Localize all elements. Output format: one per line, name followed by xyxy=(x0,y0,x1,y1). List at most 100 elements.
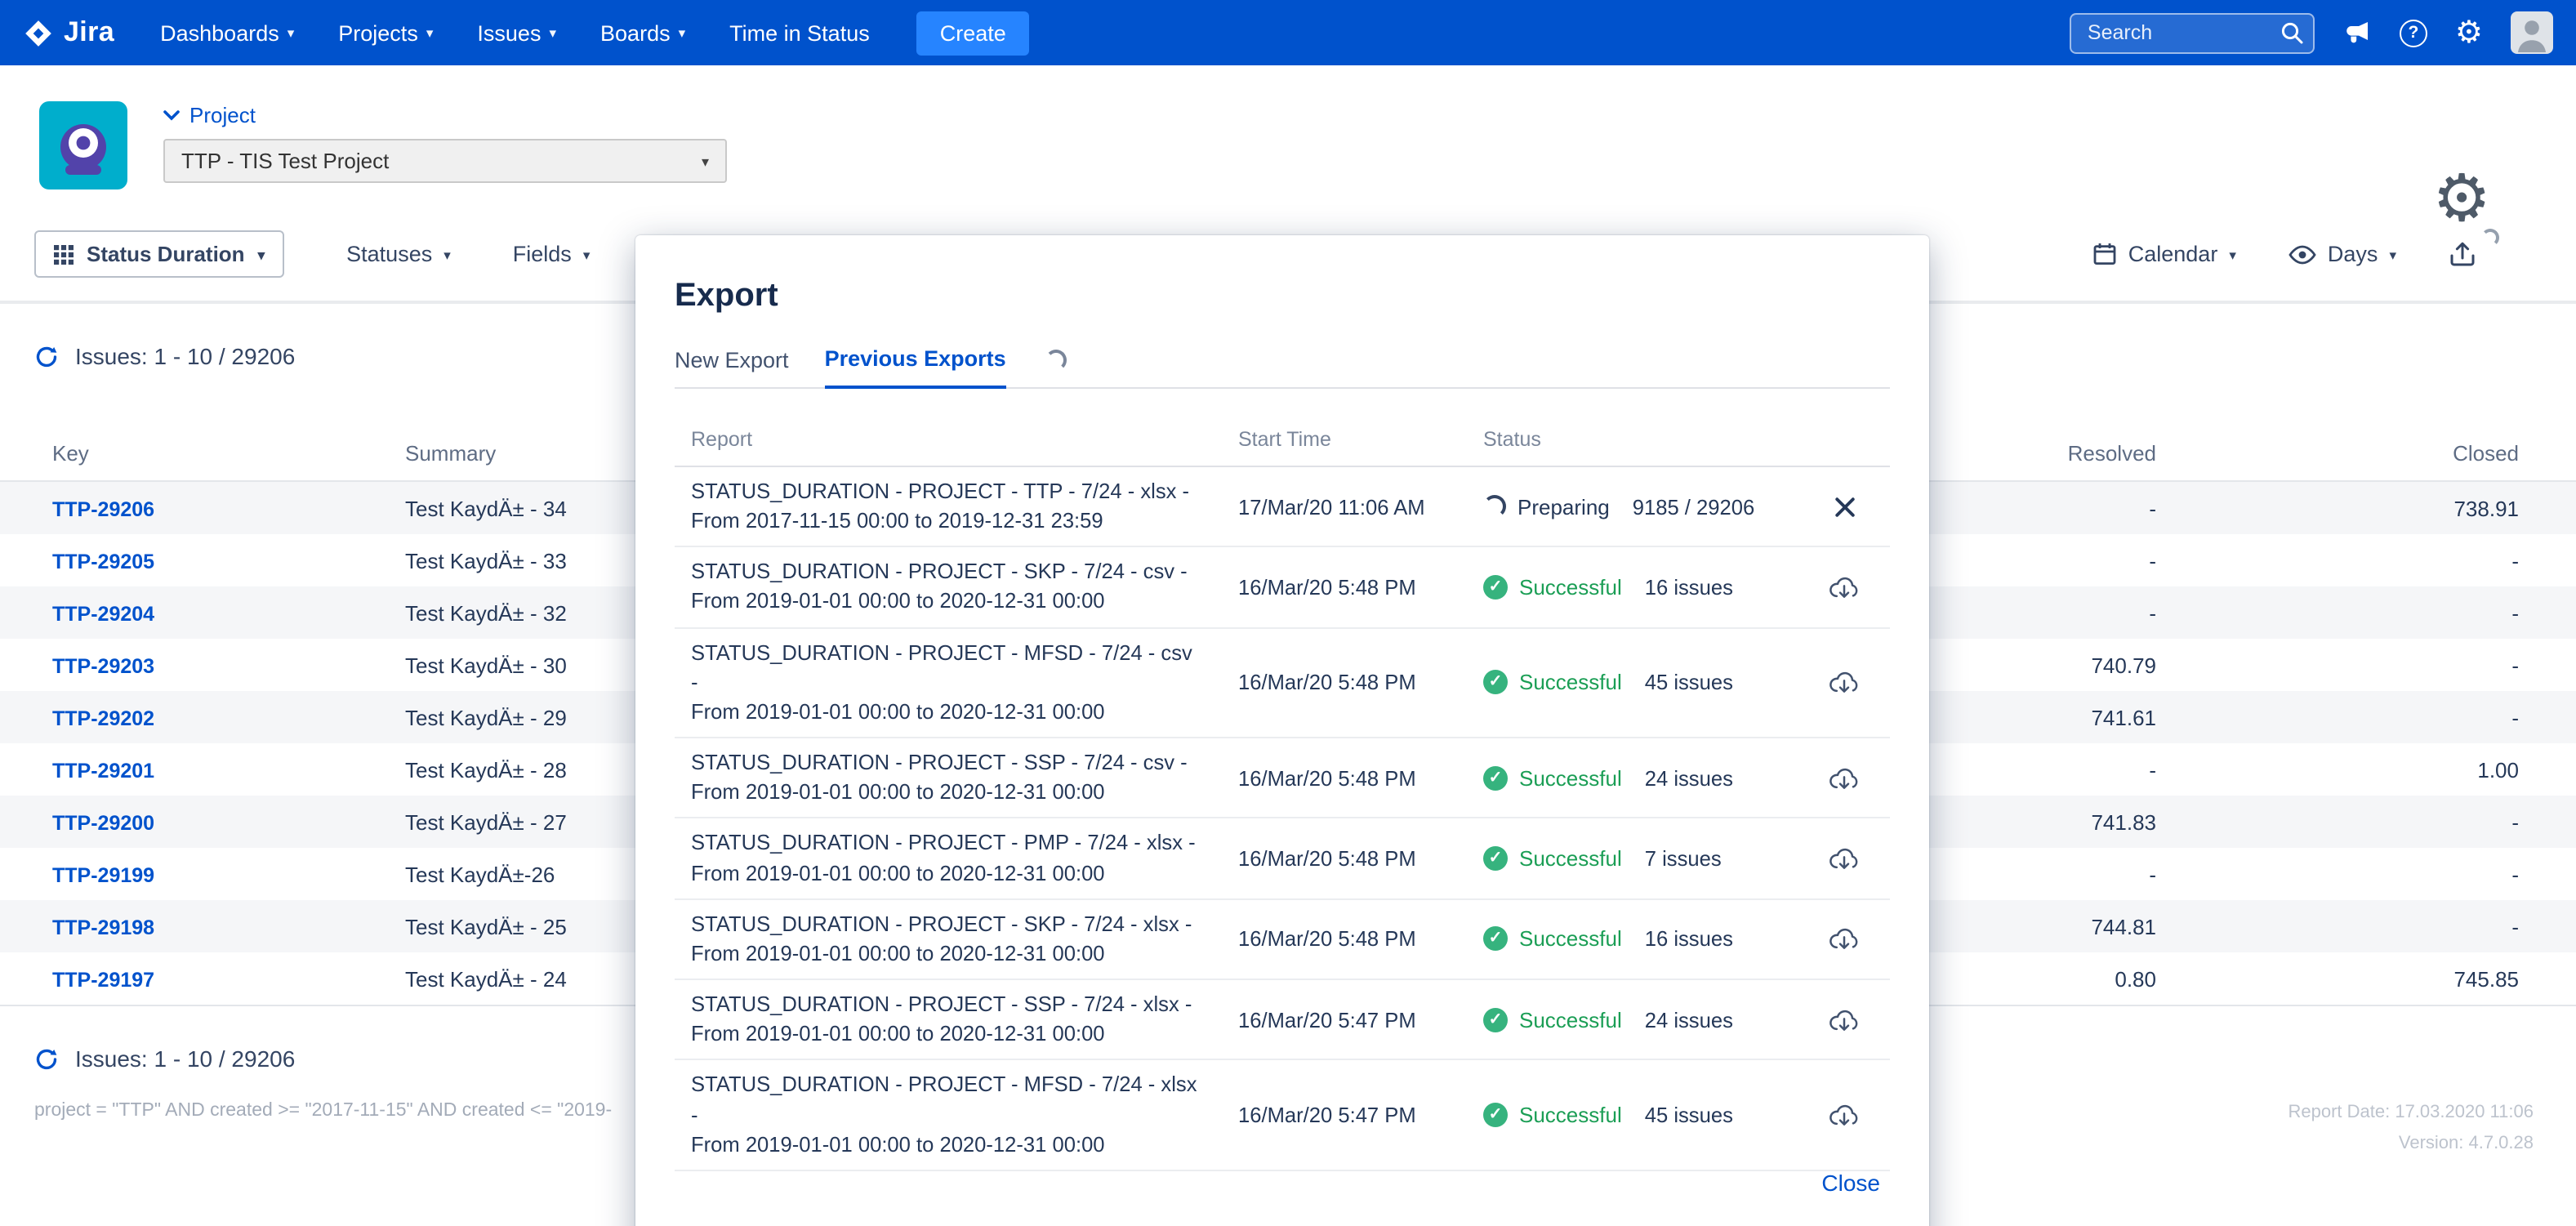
issue-closed-value: - xyxy=(2213,862,2576,886)
status-detail: 16 issues xyxy=(1645,575,1733,600)
nav-search xyxy=(2070,12,2315,53)
settings-icon[interactable]: ⚙ xyxy=(2455,17,2483,48)
status-label: Successful xyxy=(1519,1103,1622,1127)
success-check-icon: ✓ xyxy=(1483,575,1508,600)
export-row: STATUS_DURATION - PROJECT - PMP - 7/24 -… xyxy=(675,819,1890,900)
export-progress-spinner xyxy=(2481,229,2499,247)
nav-issues[interactable]: Issues▾ xyxy=(477,20,556,45)
screen: Jira Dashboards▾ Projects▾ Issues▾ Board… xyxy=(0,0,2576,1226)
tab-previous-exports[interactable]: Previous Exports xyxy=(825,346,1006,389)
status-detail: 7 issues xyxy=(1645,846,1722,871)
status-detail: 16 issues xyxy=(1645,927,1733,952)
issue-key-link[interactable]: TTP-29201 xyxy=(52,759,154,782)
tab-new-export[interactable]: New Export xyxy=(675,348,789,387)
status-label: Successful xyxy=(1519,927,1622,952)
col-header-closed: Closed xyxy=(2213,441,2576,466)
export-tabs: New Export Previous Exports xyxy=(675,346,1890,389)
issue-key-link[interactable]: TTP-29197 xyxy=(52,968,154,991)
success-check-icon: ✓ xyxy=(1483,671,1508,695)
refresh-icon[interactable] xyxy=(34,344,59,368)
export-table-header: Report Start Time Status xyxy=(675,428,1890,467)
nav-projects[interactable]: Projects▾ xyxy=(338,20,433,45)
help-icon[interactable]: ? xyxy=(2400,19,2427,47)
preparing-spinner xyxy=(1483,495,1506,518)
export-status: ✓ Successful 45 issues xyxy=(1467,671,1798,695)
report-meta: Report Date: 17.03.2020 11:06 Version: 4… xyxy=(2289,1098,2534,1160)
export-report-name: STATUS_DURATION - PROJECT - SKP - 7/24 -… xyxy=(675,909,1238,969)
col-header-resolved: Resolved xyxy=(1968,441,2213,466)
issue-closed-value: - xyxy=(2213,705,2576,729)
export-start-time: 17/Mar/20 11:06 AM xyxy=(1238,494,1467,519)
issue-closed-value: 738.91 xyxy=(2213,496,2576,520)
col-header-key: Key xyxy=(0,441,353,466)
chevron-down-icon xyxy=(163,109,180,121)
download-icon[interactable] xyxy=(1828,1101,1861,1129)
issue-key-link[interactable]: TTP-29202 xyxy=(52,707,154,729)
jira-logo-icon xyxy=(23,17,54,48)
status-detail: 24 issues xyxy=(1645,1007,1733,1032)
nav-dashboards[interactable]: Dashboards▾ xyxy=(160,20,294,45)
announcement-icon[interactable] xyxy=(2342,20,2372,46)
close-dialog-link[interactable]: Close xyxy=(1821,1170,1880,1196)
status-label: Successful xyxy=(1519,766,1622,791)
jira-app: Jira Dashboards▾ Projects▾ Issues▾ Board… xyxy=(0,0,2576,1226)
nav-time-in-status[interactable]: Time in Status xyxy=(729,20,870,45)
download-icon[interactable] xyxy=(1828,1005,1861,1033)
user-avatar[interactable] xyxy=(2511,11,2553,54)
issue-key-link[interactable]: TTP-29198 xyxy=(52,916,154,938)
issues-count-text: Issues: 1 - 10 / 29206 xyxy=(75,343,295,369)
fields-dropdown[interactable]: Fields▾ xyxy=(513,242,591,266)
report-type-button[interactable]: Status Duration ▾ xyxy=(34,230,284,278)
calendar-icon xyxy=(2092,242,2117,266)
cancel-export-icon[interactable] xyxy=(1834,496,1855,517)
refresh-icon[interactable] xyxy=(34,1046,59,1071)
status-detail: 45 issues xyxy=(1645,1103,1733,1127)
project-avatar xyxy=(39,101,127,189)
export-start-time: 16/Mar/20 5:48 PM xyxy=(1238,766,1467,791)
top-nav: Jira Dashboards▾ Projects▾ Issues▾ Board… xyxy=(0,0,2576,65)
export-row: STATUS_DURATION - PROJECT - MFSD - 7/24 … xyxy=(675,628,1890,738)
issue-closed-value: 1.00 xyxy=(2213,757,2576,782)
statuses-dropdown[interactable]: Statuses▾ xyxy=(346,242,451,266)
export-table-body: STATUS_DURATION - PROJECT - TTP - 7/24 -… xyxy=(675,467,1890,1171)
dialog-title: Export xyxy=(675,235,1890,315)
chevron-down-icon: ▾ xyxy=(2229,246,2236,264)
download-icon[interactable] xyxy=(1828,925,1861,953)
status-label: Successful xyxy=(1519,846,1622,871)
success-check-icon: ✓ xyxy=(1483,1103,1508,1127)
status-label: Successful xyxy=(1519,671,1622,695)
jira-logo[interactable]: Jira xyxy=(23,16,114,49)
issue-resolved-value: - xyxy=(1968,862,2213,886)
issue-key-link[interactable]: TTP-29205 xyxy=(52,550,154,573)
issue-key-link[interactable]: TTP-29200 xyxy=(52,811,154,834)
export-button[interactable] xyxy=(2449,240,2476,268)
success-check-icon: ✓ xyxy=(1483,766,1508,791)
issue-resolved-value: 744.81 xyxy=(1968,914,2213,938)
issue-key-link[interactable]: TTP-29204 xyxy=(52,602,154,625)
days-dropdown[interactable]: Days▾ xyxy=(2289,242,2396,266)
report-date: Report Date: 17.03.2020 11:06 xyxy=(2289,1098,2534,1129)
project-breadcrumb[interactable]: Project xyxy=(163,103,727,127)
nav-boards[interactable]: Boards▾ xyxy=(600,20,685,45)
issue-closed-value: - xyxy=(2213,548,2576,573)
export-icon xyxy=(2449,247,2476,274)
issue-key-link[interactable]: TTP-29206 xyxy=(52,497,154,520)
search-icon[interactable] xyxy=(2280,20,2303,43)
issue-key-link[interactable]: TTP-29199 xyxy=(52,863,154,886)
export-report-name: STATUS_DURATION - PROJECT - TTP - 7/24 -… xyxy=(675,477,1238,537)
issues-count-text: Issues: 1 - 10 / 29206 xyxy=(75,1045,295,1072)
export-report-name: STATUS_DURATION - PROJECT - MFSD - 7/24 … xyxy=(675,638,1238,727)
status-detail: 24 issues xyxy=(1645,766,1733,791)
success-check-icon: ✓ xyxy=(1483,927,1508,952)
search-input[interactable] xyxy=(2070,12,2315,53)
issue-key-link[interactable]: TTP-29203 xyxy=(52,654,154,677)
create-button[interactable]: Create xyxy=(917,11,1029,55)
download-icon[interactable] xyxy=(1828,765,1861,792)
app-settings-gear-icon[interactable]: ⚙ xyxy=(2432,167,2491,232)
project-select[interactable]: TTP - TIS Test Project ▾ xyxy=(163,139,727,183)
download-icon[interactable] xyxy=(1828,669,1861,697)
export-status: ✓ Preparing 9185 / 29206 xyxy=(1467,494,1798,519)
download-icon[interactable] xyxy=(1828,573,1861,601)
calendar-dropdown[interactable]: Calendar▾ xyxy=(2092,242,2236,266)
download-icon[interactable] xyxy=(1828,845,1861,872)
